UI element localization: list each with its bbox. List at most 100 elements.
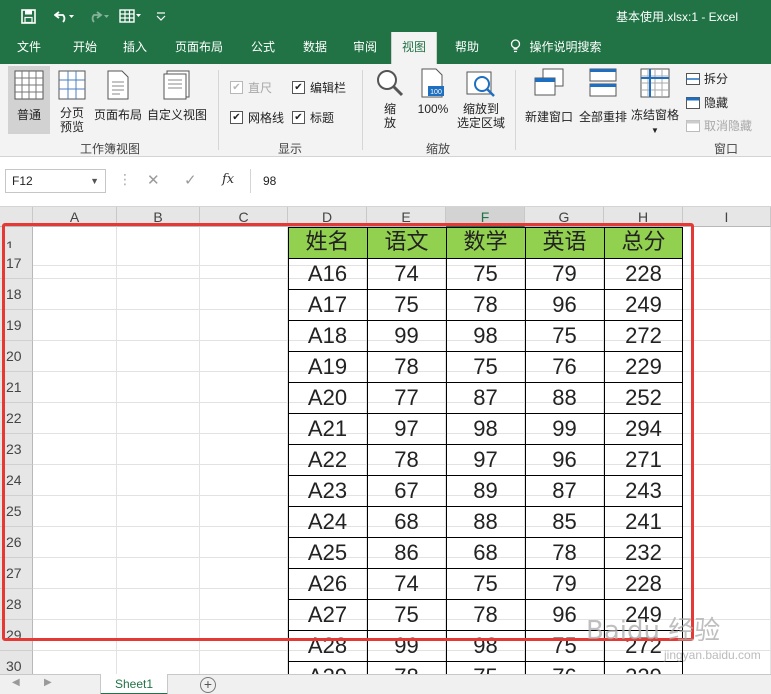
table-cell[interactable]: 74 — [367, 568, 446, 599]
table-cell[interactable]: 75 — [446, 661, 525, 674]
table-cell[interactable]: 77 — [367, 382, 446, 413]
table-cell[interactable]: 78 — [367, 444, 446, 475]
table-cell[interactable]: 98 — [446, 413, 525, 444]
table-cell[interactable]: A21 — [288, 413, 367, 444]
table-cell[interactable]: 243 — [604, 475, 683, 506]
table-cell[interactable]: 229 — [604, 661, 683, 674]
table-header-cell[interactable]: 姓名 — [288, 227, 367, 258]
table-cell[interactable]: 75 — [367, 599, 446, 630]
table-cell[interactable]: 96 — [525, 444, 604, 475]
tab-formulas[interactable]: 公式 — [240, 32, 286, 64]
table-cell[interactable]: 252 — [604, 382, 683, 413]
sheet-tab-sheet1[interactable]: Sheet1 — [100, 674, 168, 694]
column-header-c[interactable]: C — [200, 207, 288, 227]
table-cell[interactable]: 87 — [446, 382, 525, 413]
table-cell[interactable]: A20 — [288, 382, 367, 413]
table-cell[interactable]: 89 — [446, 475, 525, 506]
row-header-22[interactable]: 22 — [0, 403, 33, 434]
zoom-100-button[interactable]: 100 100% — [414, 68, 452, 136]
customize-toolbar-icon[interactable] — [152, 0, 170, 32]
table-header-cell[interactable]: 语文 — [367, 227, 446, 258]
row-header-30[interactable]: 30 — [0, 651, 33, 674]
row-header-21[interactable]: 21 — [0, 372, 33, 403]
tab-review[interactable]: 审阅 — [342, 32, 388, 64]
arrange-all-button[interactable]: 全部重排 — [576, 68, 630, 136]
table-cell[interactable]: A24 — [288, 506, 367, 537]
tab-file[interactable]: 文件 — [6, 32, 52, 64]
column-header-h[interactable]: H — [604, 207, 683, 227]
table-cell[interactable]: A26 — [288, 568, 367, 599]
table-cell[interactable]: 272 — [604, 320, 683, 351]
tab-view[interactable]: 视图 — [391, 32, 437, 64]
new-window-button[interactable]: 新建窗口 — [522, 68, 576, 136]
table-cell[interactable]: 86 — [367, 537, 446, 568]
table-header-cell[interactable]: 数学 — [446, 227, 525, 258]
row-header-28[interactable]: 28 — [0, 589, 33, 620]
table-cell[interactable]: 97 — [367, 413, 446, 444]
table-cell[interactable]: A18 — [288, 320, 367, 351]
table-cell[interactable]: 78 — [446, 289, 525, 320]
table-cell[interactable]: 241 — [604, 506, 683, 537]
undo-icon[interactable] — [48, 0, 82, 32]
table-cell[interactable]: 249 — [604, 289, 683, 320]
table-cell[interactable]: A19 — [288, 351, 367, 382]
row-header-18[interactable]: 18 — [0, 279, 33, 310]
table-cell[interactable]: A28 — [288, 630, 367, 661]
table-cell[interactable]: 68 — [446, 537, 525, 568]
ruler-checkbox[interactable]: ✔ 直尺 — [230, 79, 272, 96]
table-cell[interactable]: 271 — [604, 444, 683, 475]
table-cell[interactable]: 78 — [525, 537, 604, 568]
scroll-left-icon[interactable]: ◀ — [12, 677, 20, 688]
table-cell[interactable]: A27 — [288, 599, 367, 630]
table-cell[interactable]: 79 — [525, 258, 604, 289]
table-cell[interactable]: A29 — [288, 661, 367, 674]
table-cell[interactable]: 99 — [367, 630, 446, 661]
tell-me-search[interactable]: 操作说明搜索 — [500, 32, 612, 64]
table-cell[interactable]: 99 — [525, 413, 604, 444]
table-cell[interactable]: 232 — [604, 537, 683, 568]
row-header-26[interactable]: 26 — [0, 527, 33, 558]
row-header-23[interactable]: 23 — [0, 434, 33, 465]
table-cell[interactable]: A25 — [288, 537, 367, 568]
column-header-a[interactable]: A — [33, 207, 117, 227]
freeze-panes-button[interactable]: 冻结窗格 ▼ — [630, 68, 680, 136]
table-cell[interactable]: 74 — [367, 258, 446, 289]
table-cell[interactable]: 98 — [446, 320, 525, 351]
table-cell[interactable]: 76 — [525, 661, 604, 674]
zoom-button[interactable]: 缩放 — [372, 68, 408, 136]
unhide-window-button[interactable]: 取消隐藏 — [686, 117, 752, 134]
page-layout-button[interactable]: 页面布局 — [92, 66, 144, 134]
table-cell[interactable]: 75 — [446, 351, 525, 382]
table-cell[interactable]: 78 — [367, 661, 446, 674]
table-cell[interactable]: 85 — [525, 506, 604, 537]
add-sheet-icon[interactable]: + — [200, 677, 216, 693]
form-grid-icon[interactable] — [116, 0, 146, 32]
headings-checkbox[interactable]: ✔ 标题 — [292, 109, 334, 126]
scroll-right-icon[interactable]: ▶ — [44, 677, 52, 688]
table-cell[interactable]: 75 — [446, 258, 525, 289]
tab-insert[interactable]: 插入 — [112, 32, 158, 64]
table-cell[interactable]: 294 — [604, 413, 683, 444]
column-header-g[interactable]: G — [525, 207, 604, 227]
tab-data[interactable]: 数据 — [292, 32, 338, 64]
insert-function-icon[interactable]: fx — [222, 172, 234, 187]
formula-bar-checkbox[interactable]: ✔ 编辑栏 — [292, 79, 346, 96]
zoom-to-selection-button[interactable]: 缩放到 选定区域 — [454, 68, 508, 136]
table-cell[interactable]: A22 — [288, 444, 367, 475]
table-cell[interactable]: 78 — [446, 599, 525, 630]
table-cell[interactable]: 75 — [446, 568, 525, 599]
table-cell[interactable]: 79 — [525, 568, 604, 599]
hide-window-button[interactable]: 隐藏 — [686, 94, 728, 111]
redo-icon[interactable] — [86, 0, 114, 32]
enter-check-icon[interactable]: ✓ — [184, 171, 197, 189]
column-header-i[interactable]: I — [683, 207, 771, 227]
custom-views-button[interactable]: 自定义视图 — [146, 66, 208, 134]
normal-view-button[interactable]: 普通 — [8, 66, 50, 134]
chevron-down-icon[interactable]: ▼ — [90, 170, 99, 192]
table-cell[interactable]: 229 — [604, 351, 683, 382]
table-header-cell[interactable]: 英语 — [525, 227, 604, 258]
select-all-corner[interactable] — [0, 207, 33, 227]
tab-help[interactable]: 帮助 — [444, 32, 490, 64]
worksheet-grid[interactable]: ABCDEFGHI 1 17 18 19 20 21 22 23 24 25 26 27 28 29 30 … — [0, 207, 771, 674]
page-break-preview-button[interactable]: 分页 预览 — [54, 66, 90, 134]
